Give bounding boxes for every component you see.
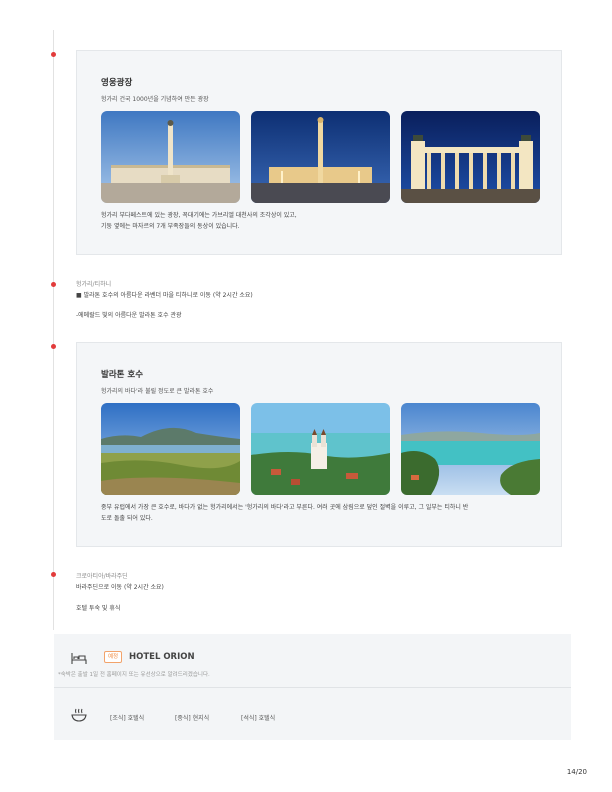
photo-lake-balaton-3 xyxy=(401,403,540,495)
attraction-title: 발라톤 호수 xyxy=(101,370,144,380)
meal-dinner: [석식] 호텔식 xyxy=(241,715,276,722)
meal-breakfast: [조식] 호텔식 xyxy=(110,715,145,722)
attraction-card-heroes-square: 영웅광장 헝가리 건국 1000년을 기념하여 만든 광장 헝가리 부다페스트에… xyxy=(76,50,562,255)
photo-heroes-square-1 xyxy=(101,111,240,203)
hotel-name: HOTEL ORION xyxy=(129,652,195,662)
attraction-card-lake-balaton: 발라톤 호수 헝가리의 바다'라 불릴 정도로 큰 발라톤 호수 중부 유럽에서… xyxy=(76,342,562,547)
divider xyxy=(54,687,571,688)
timeline-dot xyxy=(51,572,56,577)
status-badge: 예정 xyxy=(104,651,123,663)
attraction-title: 영웅광장 xyxy=(101,78,133,88)
itinerary-route: 크로아티아/바라주딘 xyxy=(76,573,128,580)
attraction-subtitle: 헝가리의 바다'라 불릴 정도로 큰 발라톤 호수 xyxy=(101,388,214,395)
attraction-description: 중부 유럽에서 가장 큰 호수로, 바다가 없는 헝가리에서는 '헝가리의 바다… xyxy=(101,504,469,522)
attraction-description: 헝가리 부다페스트에 있는 광장, 꼭대기에는 가브리엘 대천사의 조각상이 있… xyxy=(101,212,297,230)
photo-lake-balaton-1 xyxy=(101,403,240,495)
itinerary-highlight: 호텔 투숙 및 휴식 xyxy=(76,605,121,612)
photo-heroes-square-3 xyxy=(401,111,540,203)
attraction-subtitle: 헝가리 건국 1000년을 기념하여 만든 광장 xyxy=(101,96,209,103)
meal-lunch: [중식] 현지식 xyxy=(175,715,210,722)
timeline-dot xyxy=(51,282,56,287)
itinerary-route: 헝가리/티하니 xyxy=(76,281,112,288)
bowl-icon xyxy=(71,708,87,723)
timeline-dot xyxy=(51,344,56,349)
itinerary-transfer: 바라주딘으로 이동 (약 2시간 소요) xyxy=(76,584,164,591)
photo-heroes-square-2 xyxy=(251,111,390,203)
bed-icon xyxy=(71,650,87,664)
page-number: 14/20 xyxy=(566,768,587,776)
photo-lake-balaton-2 xyxy=(251,403,390,495)
hotel-meal-box: 예정 HOTEL ORION *숙박은 출발 1일 전 홈페이지 또는 유선상으… xyxy=(54,634,571,740)
hotel-note: *숙박은 출발 1일 전 홈페이지 또는 유선상으로 알려드리겠습니다. xyxy=(58,672,210,678)
itinerary-highlight: -에메랄드 빛의 아름다운 발라톤 호수 관광 xyxy=(76,312,182,319)
timeline-line xyxy=(53,30,54,630)
timeline-dot xyxy=(51,52,56,57)
itinerary-transfer: ■ 발라톤 호수의 아름다운 라벤더 마을 티하니로 이동 (약 2시간 소요) xyxy=(76,292,253,299)
